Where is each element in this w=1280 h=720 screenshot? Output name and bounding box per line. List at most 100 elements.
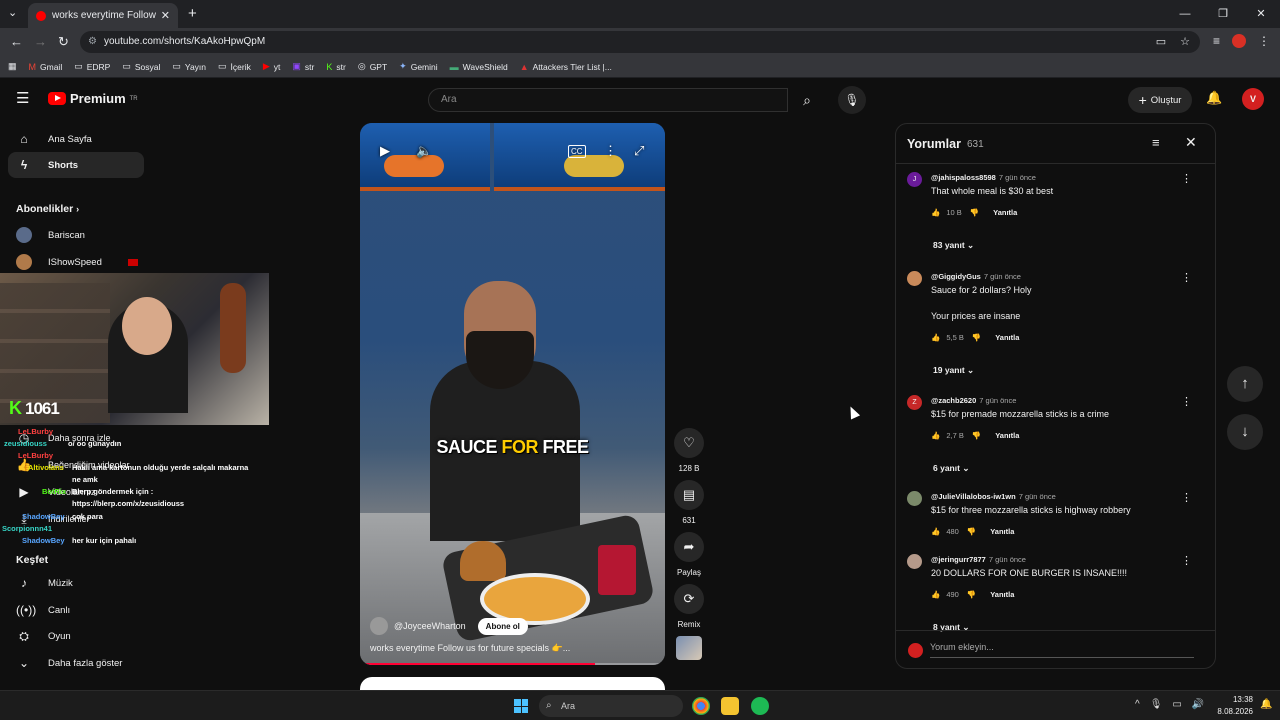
next-short-button[interactable]: ↓ bbox=[1227, 414, 1263, 450]
cast-icon[interactable]: ▭ bbox=[1156, 35, 1166, 48]
more-options-icon[interactable]: ⋮ bbox=[604, 143, 617, 159]
create-button[interactable]: + Oluştur bbox=[1128, 87, 1192, 113]
thumbs-down-icon[interactable]: 👎 bbox=[970, 208, 979, 217]
thumbs-up-icon[interactable]: 👍 bbox=[931, 431, 940, 440]
bookmark-attackers[interactable]: ▲ Attackers Tier List |... bbox=[520, 62, 612, 72]
maximize-icon[interactable]: ❐ bbox=[1204, 0, 1242, 28]
youtube-premium-logo[interactable]: Premium TR bbox=[48, 91, 138, 106]
comments-button[interactable]: ▤ 631 bbox=[672, 480, 706, 525]
subscribe-button[interactable]: Abone ol bbox=[477, 617, 528, 635]
avatar[interactable]: J bbox=[907, 172, 922, 187]
close-window-icon[interactable]: ✕ bbox=[1242, 0, 1280, 28]
apps-grid-icon[interactable]: ▦ bbox=[8, 61, 17, 72]
search-input[interactable]: Ara bbox=[428, 88, 788, 112]
bookmark-yayin[interactable]: ▭ Yayın bbox=[172, 61, 206, 72]
browser-tab[interactable]: works everytime Follow us for fu ✕ bbox=[28, 3, 178, 28]
comment-author[interactable]: @GiggidyGus 7 gün önce bbox=[931, 272, 1021, 281]
hamburger-menu-icon[interactable]: ☰ bbox=[16, 91, 30, 106]
reply-button[interactable]: Yanıtla bbox=[995, 431, 1019, 440]
browser-menu-icon[interactable]: ⋮ bbox=[1258, 34, 1270, 48]
sidebar-item-home[interactable]: ⌂ Ana Sayfa bbox=[8, 126, 144, 152]
new-tab-icon[interactable]: + bbox=[188, 5, 197, 22]
close-icon[interactable]: ✕ bbox=[1185, 134, 1197, 151]
fullscreen-icon[interactable]: ⤢ bbox=[634, 143, 644, 159]
chevron-up-icon[interactable]: ^ bbox=[1135, 699, 1140, 710]
like-button[interactable]: ♡ 128 B bbox=[672, 428, 706, 473]
reply-button[interactable]: Yanıtla bbox=[990, 527, 1014, 536]
avatar[interactable]: Z bbox=[907, 395, 922, 410]
thumbs-up-icon[interactable]: 👍 bbox=[931, 590, 940, 599]
chrome-icon[interactable] bbox=[692, 697, 710, 715]
volume-icon[interactable]: 🔈 bbox=[416, 143, 432, 159]
profile-icon[interactable] bbox=[1232, 34, 1246, 48]
comment-author[interactable]: @zachb2620 7 gün önce bbox=[931, 396, 1016, 405]
bookmark-gpt[interactable]: ◎ GPT bbox=[358, 61, 387, 72]
video-title[interactable]: works everytime Follow us for future spe… bbox=[370, 643, 570, 654]
view-replies-button[interactable]: 83 yanıt ⌄ bbox=[933, 240, 974, 251]
sidebar-item-live[interactable]: ((•)) Canlı bbox=[8, 597, 144, 623]
bookmark-yt[interactable]: ▶ yt bbox=[263, 61, 281, 72]
bookmark-edrp[interactable]: ▭ EDRP bbox=[74, 61, 110, 72]
sidebar-item-shorts[interactable]: ϟ Shorts bbox=[8, 152, 144, 178]
thumbs-up-icon[interactable]: 👍 bbox=[931, 208, 940, 217]
comment-input[interactable]: Yorum ekleyin... bbox=[930, 642, 1194, 658]
channel-bariscan[interactable]: Bariscan bbox=[16, 227, 85, 243]
subscriptions-heading[interactable]: Abonelikler › bbox=[16, 203, 79, 215]
comment-author[interactable]: @jeringurr7877 7 gün önce bbox=[931, 555, 1026, 564]
back-icon[interactable]: ← bbox=[10, 34, 23, 49]
bookmark-waveshield[interactable]: ▬ WaveShield bbox=[450, 62, 508, 72]
media-icon[interactable]: ≡ bbox=[1213, 34, 1220, 48]
avatar[interactable] bbox=[370, 617, 388, 635]
url-field[interactable]: ⚙ youtube.com/shorts/KaAkoHpwQpM bbox=[80, 31, 1200, 53]
microphone-icon[interactable]: 🎙 bbox=[1150, 699, 1163, 710]
comment-menu-icon[interactable]: ⋮ bbox=[1181, 271, 1192, 284]
minimize-icon[interactable]: — bbox=[1166, 0, 1204, 28]
bookmark-star-icon[interactable]: ☆ bbox=[1180, 35, 1190, 48]
voice-search-icon[interactable]: 🎙 bbox=[838, 86, 866, 114]
comment-menu-icon[interactable]: ⋮ bbox=[1181, 491, 1192, 504]
bookmark-icerik[interactable]: ▭ İçerik bbox=[218, 61, 251, 72]
comment-menu-icon[interactable]: ⋮ bbox=[1181, 554, 1192, 567]
file-explorer-icon[interactable] bbox=[721, 697, 739, 715]
sound-thumbnail[interactable] bbox=[676, 636, 702, 660]
channel-ishowspeed[interactable]: IShowSpeed bbox=[16, 254, 138, 270]
reply-button[interactable]: Yanıtla bbox=[995, 333, 1019, 342]
reply-button[interactable]: Yanıtla bbox=[993, 208, 1017, 217]
reply-button[interactable]: Yanıtla bbox=[990, 590, 1014, 599]
clock[interactable]: 13:38 8.08.2026 bbox=[1213, 694, 1253, 718]
comment-menu-icon[interactable]: ⋮ bbox=[1181, 395, 1192, 408]
bookmark-str-kick[interactable]: Kstr bbox=[326, 62, 345, 72]
forward-icon[interactable]: → bbox=[34, 34, 47, 49]
notifications-bell-icon[interactable]: 🔔 bbox=[1206, 90, 1222, 106]
thumbs-down-icon[interactable]: 👎 bbox=[972, 333, 981, 342]
view-replies-button[interactable]: 19 yanıt ⌄ bbox=[933, 365, 974, 376]
sidebar-item-show-more[interactable]: ⌄ Daha fazla göster bbox=[8, 650, 144, 676]
reload-icon[interactable]: ↻ bbox=[58, 34, 69, 50]
next-video-preview[interactable] bbox=[360, 677, 665, 691]
thumbs-up-icon[interactable]: 👍 bbox=[931, 527, 940, 536]
play-icon[interactable]: ▶ bbox=[380, 143, 390, 159]
avatar[interactable] bbox=[907, 554, 922, 569]
video-progress-bar[interactable] bbox=[360, 663, 665, 665]
bookmark-str-twitch[interactable]: ▣ str bbox=[292, 61, 314, 72]
shorts-video-player[interactable]: ▶ 🔈 CC ⋮ ⤢ SAUCE FOR FREE @JoyceeWharton… bbox=[360, 123, 665, 665]
taskbar-search[interactable]: ⌕ Ara bbox=[539, 695, 683, 717]
tab-list-chevron-icon[interactable]: ⌄ bbox=[8, 6, 17, 19]
view-replies-button[interactable]: 6 yanıt ⌄ bbox=[933, 463, 969, 474]
account-avatar[interactable]: V bbox=[1242, 88, 1264, 110]
avatar[interactable] bbox=[907, 491, 922, 506]
share-button[interactable]: ➦ Paylaş bbox=[672, 532, 706, 577]
notification-icon[interactable]: 🔔 bbox=[1260, 699, 1272, 710]
thumbs-down-icon[interactable]: 👎 bbox=[967, 527, 976, 536]
captions-icon[interactable]: CC bbox=[568, 145, 586, 158]
bookmark-gemini[interactable]: ✦ Gemini bbox=[399, 61, 437, 72]
close-tab-icon[interactable]: ✕ bbox=[161, 9, 170, 22]
site-info-icon[interactable]: ⚙ bbox=[88, 31, 97, 53]
sidebar-item-gaming[interactable]: ⛭ Oyun bbox=[8, 623, 144, 649]
avatar[interactable] bbox=[907, 271, 922, 286]
thumbs-down-icon[interactable]: 👎 bbox=[972, 431, 981, 440]
network-icon[interactable]: ▭ bbox=[1172, 699, 1181, 710]
search-icon[interactable]: ⌕ bbox=[788, 88, 826, 112]
channel-name[interactable]: @JoyceeWharton bbox=[394, 621, 466, 631]
comment-author[interactable]: @jahispaloss8598 7 gün önce bbox=[931, 173, 1036, 182]
